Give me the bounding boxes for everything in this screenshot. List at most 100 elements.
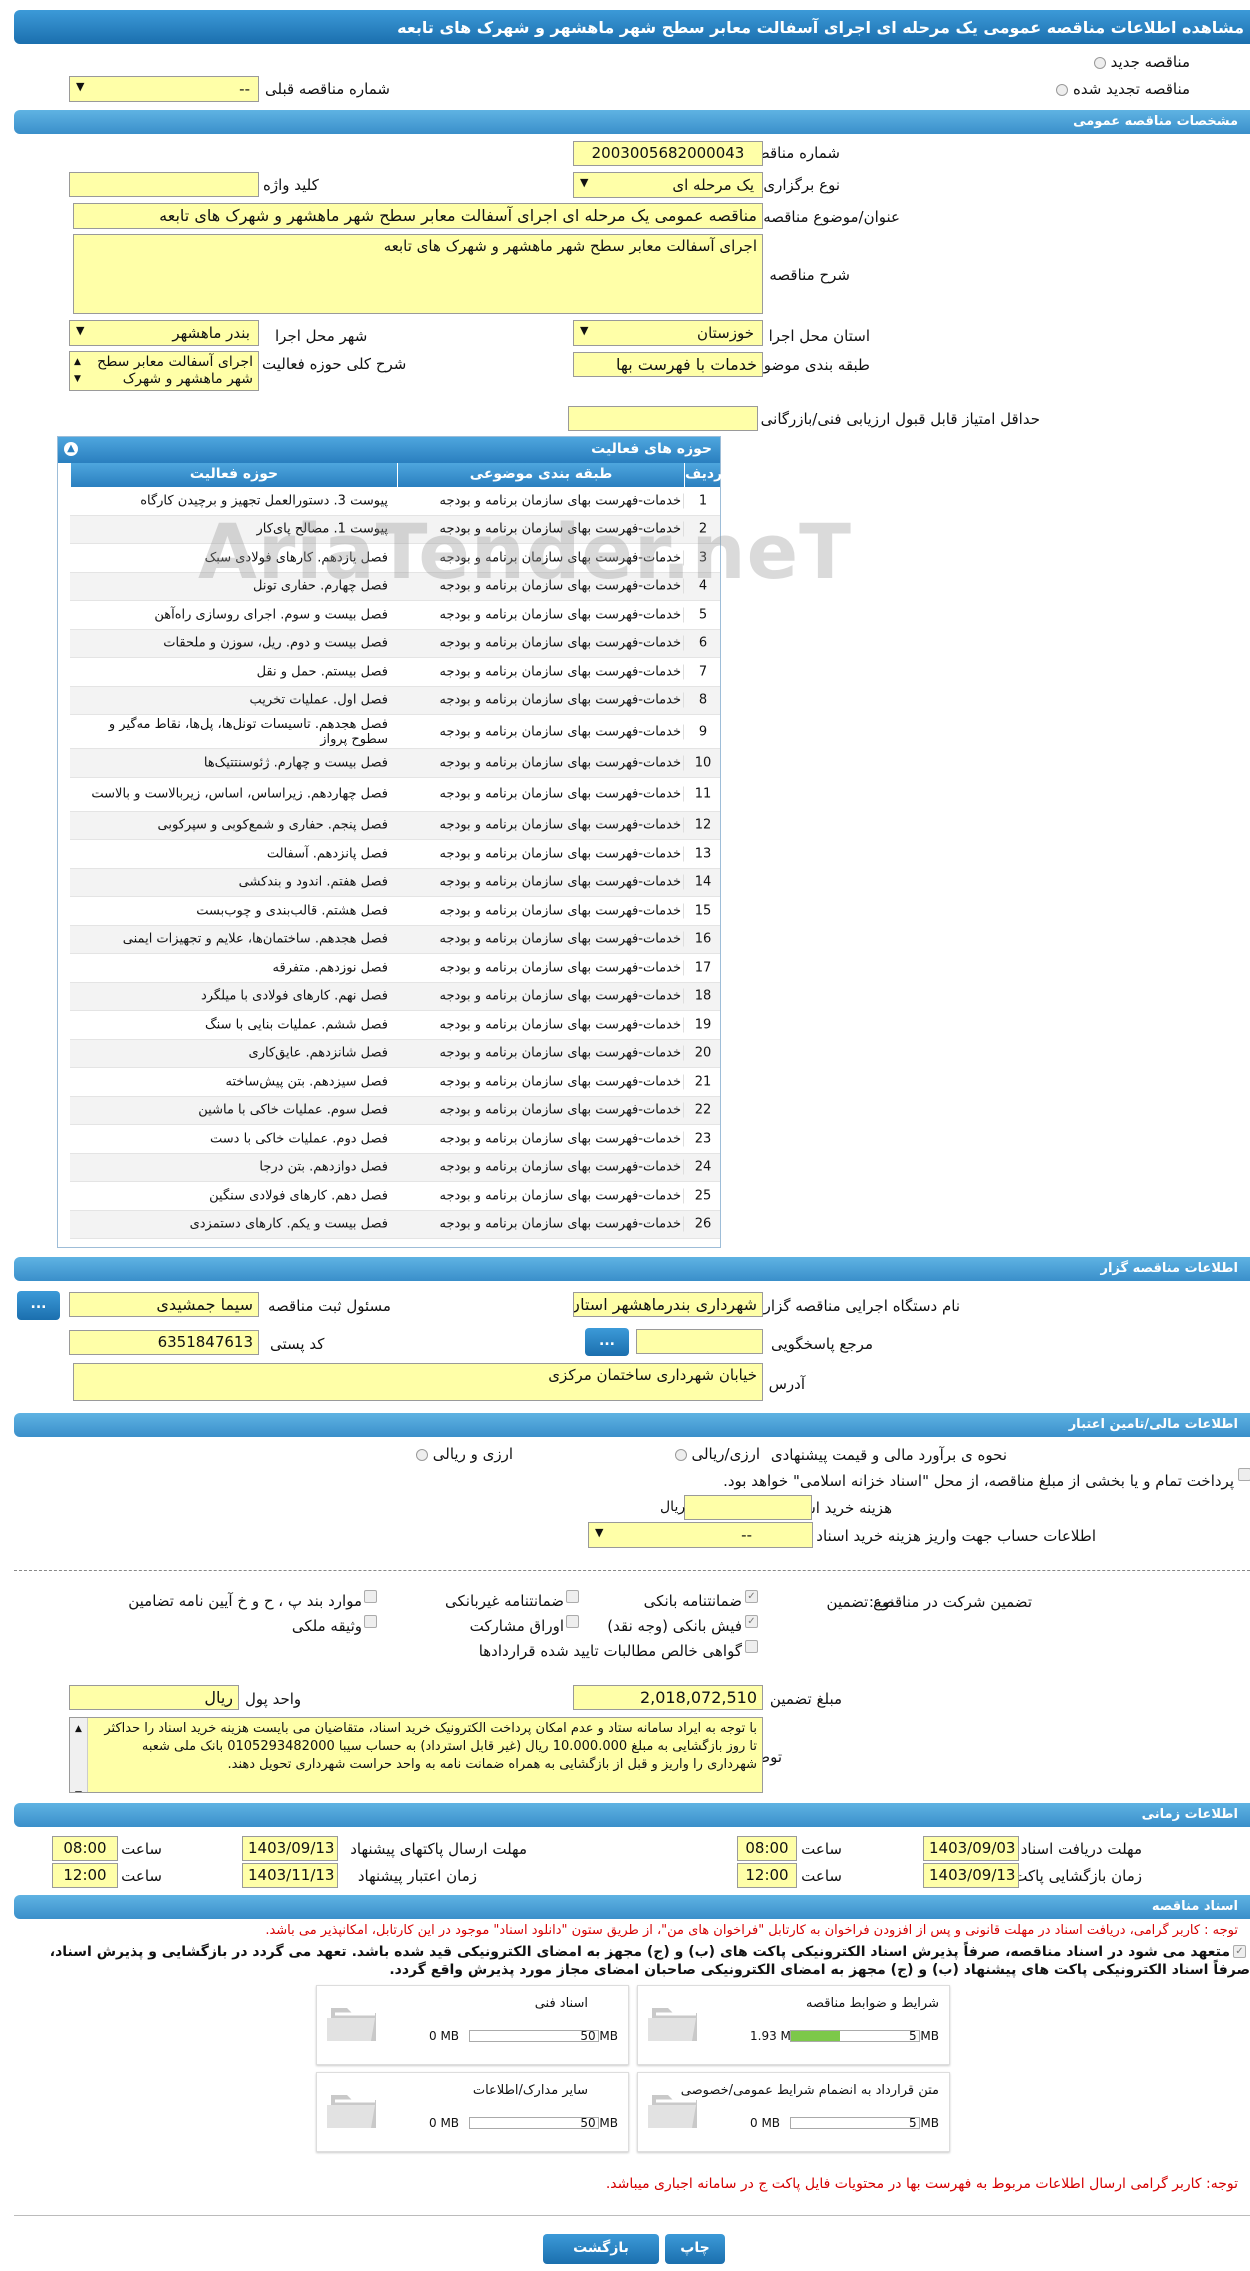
open-time-field[interactable]: 12:00 <box>737 1863 797 1888</box>
org-field[interactable]: شهرداری بندرماهشهر استان <box>573 1292 763 1317</box>
row-number: 19 <box>694 1017 712 1033</box>
receive-date-field[interactable]: 1403/09/03 <box>923 1836 1019 1861</box>
row-category: خدمات-فهرست بهای سازمان برنامه و بودجه <box>394 664 684 680</box>
receive-time-label: ساعت <box>801 1840 842 1858</box>
account-select[interactable]: ▼ -- <box>588 1522 813 1548</box>
file-card-other[interactable]: سایر مدارک/اطلاعات 0 MB 50 MB <box>316 2072 629 2152</box>
new-tender-radio[interactable] <box>1093 56 1106 69</box>
valid-time-field[interactable]: 12:00 <box>52 1863 118 1888</box>
doc-cost-field[interactable] <box>684 1495 812 1520</box>
g-property-checkbox[interactable] <box>364 1615 377 1628</box>
ref-lookup-button[interactable]: ... <box>585 1328 629 1356</box>
province-select[interactable]: ▼ خوزستان <box>573 320 763 346</box>
city-select[interactable]: ▼ بندر ماهشهر <box>69 320 259 346</box>
row-scope: فصل هشتم. قالب‌بندی و چوب‌بست <box>196 903 388 919</box>
amount-field[interactable]: 2,018,072,510 <box>573 1685 763 1710</box>
g-nonbank-label: ضمانتنامه غیربانکی <box>445 1592 564 1610</box>
general-section-header: مشخصات مناقصه عمومی <box>14 110 1250 134</box>
currency-and-rial-radio[interactable] <box>415 1448 428 1461</box>
row-category: خدمات-فهرست بهای سازمان برنامه و بودجه <box>394 960 684 976</box>
tender-number-field[interactable]: 2003005682000043 <box>573 141 763 166</box>
file-card-terms[interactable]: شرایط و ضوابط مناقصه 1.93 MB 5 MB <box>637 1985 950 2065</box>
valid-time-label: ساعت <box>121 1867 162 1885</box>
row-number: 26 <box>694 1216 712 1232</box>
file-name: سایر مدارک/اطلاعات <box>472 2083 588 2098</box>
postal-field[interactable]: 6351847613 <box>69 1330 259 1355</box>
table-row: 6 خدمات-فهرست بهای سازمان برنامه و بودجه ف… <box>70 629 720 658</box>
category-field[interactable]: خدمات با فهرست بها <box>573 352 763 377</box>
g-bonds-checkbox[interactable] <box>566 1615 579 1628</box>
table-row: 14 خدمات-فهرست بهای سازمان برنامه و بودجه… <box>70 868 720 897</box>
open-time-label: ساعت <box>801 1867 842 1885</box>
type-select[interactable]: ▼ یک مرحله ای <box>573 172 763 198</box>
send-time-label: ساعت <box>121 1840 162 1858</box>
description-field[interactable]: اجرای آسفالت معابر سطح شهر ماهشهر و شهرک… <box>73 234 763 314</box>
print-button[interactable]: چاپ <box>665 2234 725 2264</box>
ref-field[interactable] <box>636 1329 763 1354</box>
officer-lookup-button[interactable]: ... <box>17 1291 60 1320</box>
subject-field[interactable]: مناقصه عمومی یک مرحله ای اجرای آسفالت مع… <box>73 203 763 229</box>
notes-scrollbar[interactable]: ▲▼ <box>70 1718 88 1792</box>
renewed-tender-option[interactable]: مناقصه تجدید شده <box>1056 80 1190 98</box>
row-number: 21 <box>694 1074 712 1090</box>
file-current-size: 0 MB <box>429 2116 460 2130</box>
watermark-logo: AriaTender.neT <box>198 507 852 596</box>
collapse-icon[interactable]: ▲ <box>64 442 78 456</box>
g-check-checkbox[interactable]: ✓ <box>745 1615 758 1628</box>
file-max-size: 5 MB <box>908 2116 939 2130</box>
open-date-field[interactable]: 1403/09/13 <box>923 1863 1019 1888</box>
file-card-technical[interactable]: اسناد فنی 0 MB 50 MB <box>316 1985 629 2065</box>
row-category: خدمات-فهرست بهای سازمان برنامه و بودجه <box>394 1159 684 1175</box>
send-date-field[interactable]: 1403/09/13 <box>242 1836 338 1861</box>
currency-field[interactable]: ریال <box>69 1685 239 1710</box>
g-nonbank-checkbox[interactable] <box>566 1590 579 1603</box>
scope-label: شرح کلی حوزه فعالیت <box>262 355 407 373</box>
send-time-field[interactable]: 08:00 <box>52 1836 118 1861</box>
back-button[interactable]: بازگشت <box>543 2234 659 2264</box>
currency-rial-option[interactable]: ارزی/ریالی <box>674 1445 760 1463</box>
g-claims-label: گواهی خالص مطالبات تایید شده قراردادها <box>478 1642 742 1660</box>
valid-date-field[interactable]: 1403/11/13 <box>242 1863 338 1888</box>
commitment-checkbox[interactable]: ✓ <box>1233 1945 1246 1958</box>
prev-number-label: شماره مناقصه قبلی <box>265 80 390 98</box>
scope-field[interactable]: اجرای آسفالت معابر سطح شهر ماهشهر و شهرک… <box>69 351 259 391</box>
row-number: 18 <box>694 988 712 1004</box>
treasury-checkbox[interactable] <box>1238 1468 1250 1481</box>
row-category: خدمات-فهرست بهای سازمان برنامه و بودجه <box>394 1102 684 1118</box>
file-card-contract[interactable]: متن قرارداد به انضمام شرایط عمومی/خصوصی … <box>637 2072 950 2152</box>
address-label: آدرس <box>768 1375 805 1393</box>
notes-field[interactable]: با توجه به ایراد سامانه ستاد و عدم امکان… <box>69 1717 763 1793</box>
g-clauses-checkbox[interactable] <box>364 1590 377 1603</box>
g-bank-checkbox[interactable]: ✓ <box>745 1590 758 1603</box>
doc-cost-unit: ریال <box>660 1499 686 1515</box>
col-row-header: ردیف <box>684 463 722 487</box>
row-scope: فصل دهم. کارهای فولادی سنگین <box>209 1188 388 1204</box>
prev-number-select[interactable]: ▼ -- <box>69 76 259 102</box>
row-scope: فصل بیستم. حمل و نقل <box>256 664 388 680</box>
file-progress-fill <box>791 2031 841 2041</box>
officer-field[interactable]: سیما جمشیدی <box>69 1292 259 1317</box>
address-field[interactable]: خیابان شهرداری ساختمان مرکزی <box>73 1363 763 1401</box>
row-scope: فصل دوم. عملیات خاکی با دست <box>210 1131 388 1147</box>
min-score-field[interactable] <box>568 406 758 431</box>
currency-and-rial-option[interactable]: ارزی و ریالی <box>415 1445 513 1463</box>
row-category: خدمات-فهرست بهای سازمان برنامه و بودجه <box>394 692 684 708</box>
folder-icon <box>327 2095 376 2128</box>
scroll-arrows-icon[interactable]: ▲ ▼ <box>74 354 81 388</box>
row-category: خدمات-فهرست بهای سازمان برنامه و بودجه <box>394 846 684 862</box>
folder-icon <box>648 2008 697 2041</box>
row-number: 1 <box>698 493 708 509</box>
new-tender-option[interactable]: مناقصه جدید <box>1093 53 1190 71</box>
financial-section-header: اطلاعات مالی/تامین اعتبار <box>14 1413 1250 1437</box>
send-label: مهلت ارسال پاکتهای پیشنهاد <box>350 1840 527 1858</box>
table-row: 10 خدمات-فهرست بهای سازمان برنامه و بودجه… <box>70 749 720 778</box>
receive-time-field[interactable]: 08:00 <box>737 1836 797 1861</box>
renewed-tender-radio[interactable] <box>1056 83 1069 96</box>
table-row: 22 خدمات-فهرست بهای سازمان برنامه و بودجه… <box>70 1096 720 1125</box>
folder-icon <box>648 2095 697 2128</box>
g-claims-checkbox[interactable] <box>745 1640 758 1653</box>
table-row: 20 خدمات-فهرست بهای سازمان برنامه و بودجه… <box>70 1039 720 1068</box>
province-label: استان محل اجرا <box>768 327 870 345</box>
keyword-field[interactable] <box>69 172 259 197</box>
currency-rial-radio[interactable] <box>674 1448 687 1461</box>
